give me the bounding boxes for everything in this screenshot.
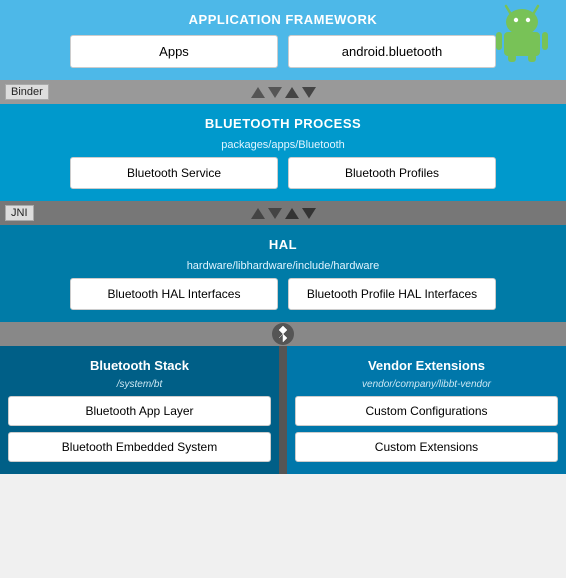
bt-process-subtitle: packages/apps/Bluetooth bbox=[10, 139, 556, 157]
app-framework-boxes: Apps android.bluetooth bbox=[10, 35, 556, 68]
app-framework-bg: APPLICATION FRAMEWORK Apps android.bluet… bbox=[0, 0, 566, 80]
jni-connector: JNI bbox=[0, 201, 566, 225]
diagram-container: APPLICATION FRAMEWORK Apps android.bluet… bbox=[0, 0, 566, 474]
bt-process-bg: BLUETOOTH PROCESS packages/apps/Bluetoot… bbox=[0, 104, 566, 201]
app-framework-section: APPLICATION FRAMEWORK Apps android.bluet… bbox=[0, 0, 566, 80]
bt-app-layer-box: Bluetooth App Layer bbox=[8, 396, 271, 426]
apps-box: Apps bbox=[70, 35, 278, 68]
hal-section: HAL hardware/libhardware/include/hardwar… bbox=[0, 225, 566, 322]
bottom-split-section: Bluetooth Stack /system/bt Bluetooth App… bbox=[0, 346, 566, 474]
binder-label: Binder bbox=[5, 84, 49, 100]
bt-stack-section: Bluetooth Stack /system/bt Bluetooth App… bbox=[0, 346, 279, 474]
vertical-divider bbox=[279, 346, 287, 474]
vendor-subtitle: vendor/company/libbt-vendor bbox=[295, 379, 558, 396]
vendor-section: Vendor Extensions vendor/company/libbt-v… bbox=[287, 346, 566, 474]
bt-service-box: Bluetooth Service bbox=[70, 157, 278, 189]
android-robot-icon bbox=[494, 2, 550, 62]
hal-interfaces-box: Bluetooth HAL Interfaces bbox=[70, 278, 278, 310]
bt-process-boxes: Bluetooth Service Bluetooth Profiles bbox=[10, 157, 556, 189]
bottom-connector bbox=[0, 322, 566, 346]
bt-embedded-system-box: Bluetooth Embedded System bbox=[8, 432, 271, 462]
custom-configurations-box: Custom Configurations bbox=[295, 396, 558, 426]
bt-profiles-box: Bluetooth Profiles bbox=[288, 157, 496, 189]
binder-connector: Binder bbox=[0, 80, 566, 104]
hal-boxes: Bluetooth HAL Interfaces Bluetooth Profi… bbox=[10, 278, 556, 310]
hal-subtitle: hardware/libhardware/include/hardware bbox=[10, 260, 556, 278]
app-framework-title: APPLICATION FRAMEWORK bbox=[10, 8, 556, 35]
custom-extensions-box: Custom Extensions bbox=[295, 432, 558, 462]
bt-process-title: BLUETOOTH PROCESS bbox=[10, 112, 556, 139]
vendor-title: Vendor Extensions bbox=[295, 354, 558, 379]
jni-label: JNI bbox=[5, 205, 34, 221]
bt-process-section: BLUETOOTH PROCESS packages/apps/Bluetoot… bbox=[0, 104, 566, 201]
android-bluetooth-box: android.bluetooth bbox=[288, 35, 496, 68]
bluetooth-icon-mid bbox=[272, 323, 294, 345]
hal-profile-interfaces-box: Bluetooth Profile HAL Interfaces bbox=[288, 278, 496, 310]
hal-title: HAL bbox=[10, 233, 556, 260]
bt-stack-subtitle: /system/bt bbox=[8, 379, 271, 396]
bt-stack-title: Bluetooth Stack bbox=[8, 354, 271, 379]
hal-bg: HAL hardware/libhardware/include/hardwar… bbox=[0, 225, 566, 322]
